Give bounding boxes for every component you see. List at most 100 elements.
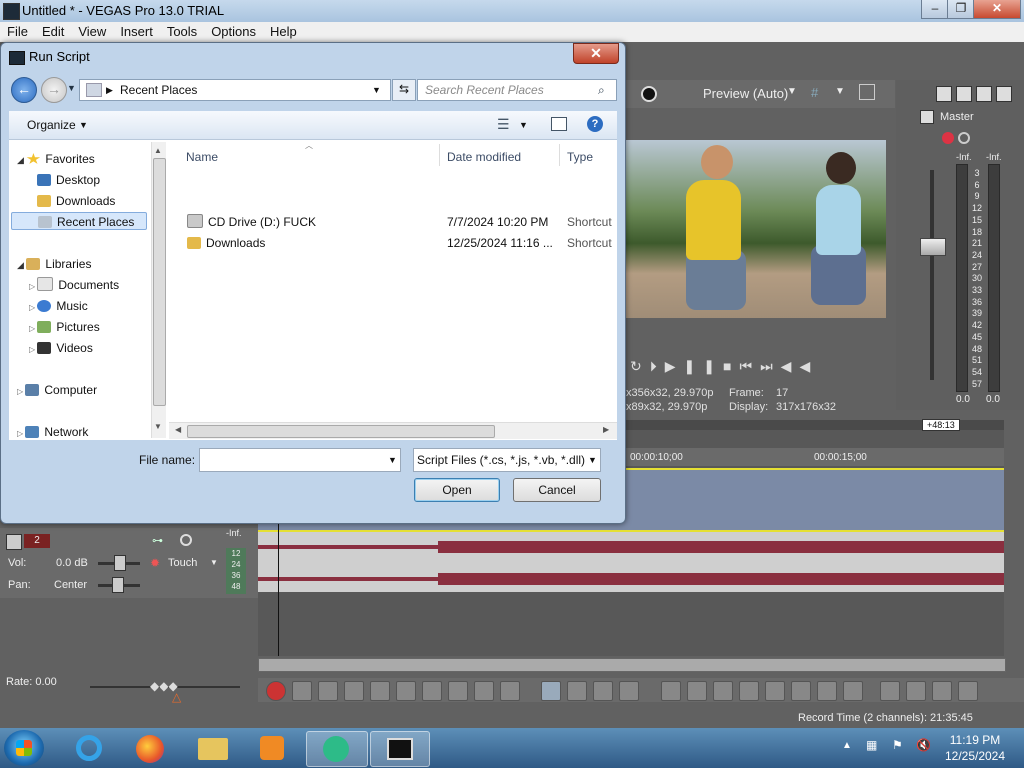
search-input[interactable]: Search Recent Places ⌕ (417, 79, 617, 101)
minimize-icon[interactable]: – (921, 0, 949, 19)
clock-date[interactable]: 12/25/2024 (940, 749, 1010, 763)
mute-icon[interactable] (958, 132, 970, 144)
next-icon[interactable]: ⏭ (760, 358, 781, 374)
chevron-down-icon[interactable]: ▼ (835, 86, 845, 97)
lock-envelopes-icon[interactable] (958, 681, 979, 701)
menu-tools[interactable]: Tools (160, 22, 204, 41)
prev-frame-icon[interactable] (474, 681, 494, 701)
address-bar[interactable]: ▶ Recent Places ▼ (79, 79, 391, 101)
normal-edit-tool-icon[interactable] (541, 681, 562, 701)
menu-options[interactable]: Options (204, 22, 263, 41)
envelope-tool-icon[interactable] (567, 681, 588, 701)
record-icon[interactable] (266, 681, 286, 701)
play-icon[interactable] (344, 681, 364, 701)
restore-icon[interactable]: ❐ (947, 0, 975, 19)
collapse-arrow-icon[interactable]: ▷ (17, 387, 25, 396)
refresh-icon[interactable]: ⇆ (392, 79, 416, 101)
loop-playback-icon[interactable] (292, 681, 312, 701)
chevron-down-icon[interactable]: ▼ (787, 86, 797, 97)
mixer-tool-icon[interactable] (996, 86, 1012, 102)
selection-tool-icon[interactable] (593, 681, 614, 701)
tray-expand-icon[interactable]: ▲ (842, 740, 852, 751)
internet-explorer-icon[interactable] (66, 731, 114, 765)
nav-computer[interactable]: ▷ Computer (17, 381, 97, 399)
nav-music[interactable]: ▷ Music (29, 297, 88, 315)
column-name[interactable]: Name (186, 150, 218, 164)
menu-insert[interactable]: Insert (113, 22, 160, 41)
volume-muted-icon[interactable]: 🔇 (916, 738, 931, 752)
cancel-button[interactable]: Cancel (513, 478, 601, 502)
trim-icon[interactable] (686, 681, 707, 701)
chevron-down-icon[interactable]: ▼ (79, 120, 88, 130)
menu-help[interactable]: Help (263, 22, 304, 41)
column-date-modified[interactable]: Date modified (447, 150, 521, 164)
audio-track[interactable] (258, 532, 1004, 592)
preview-quality-dropdown[interactable]: Preview (Auto) (703, 86, 788, 101)
nav-downloads[interactable]: Downloads (37, 192, 115, 210)
track-mute-icon[interactable] (180, 534, 192, 546)
timeline-hscroll[interactable] (258, 658, 1006, 672)
delete-icon[interactable] (660, 681, 681, 701)
chevron-down-icon[interactable]: ▼ (210, 558, 218, 567)
grid-icon[interactable]: # (811, 85, 818, 100)
expand-arrow-icon[interactable]: ◢ (17, 155, 26, 165)
taskbar-app-active[interactable] (306, 731, 368, 767)
scroll-down-icon[interactable]: ▼ (154, 422, 162, 431)
automation-mode[interactable]: Touch (168, 557, 197, 569)
nav-pictures[interactable]: ▷ Pictures (29, 318, 100, 336)
marker-icon[interactable] (816, 681, 837, 701)
split-icon[interactable] (764, 681, 785, 701)
go-to-end-icon[interactable] (448, 681, 468, 701)
chevron-down-icon[interactable]: ▼ (388, 455, 397, 465)
pan-slider-handle[interactable] (112, 577, 124, 593)
ripple-icon[interactable] (932, 681, 953, 701)
nav-desktop[interactable]: Desktop (37, 171, 100, 189)
chevron-down-icon[interactable]: ▼ (588, 455, 597, 465)
nav-network[interactable]: ▷ Network (17, 423, 88, 441)
mixer-tool-icon[interactable] (936, 86, 952, 102)
record-preview-icon[interactable] (641, 86, 657, 102)
collapse-arrow-icon[interactable]: ▷ (17, 429, 25, 438)
collapse-arrow-icon[interactable]: ▷ (29, 324, 37, 333)
trim-start-icon[interactable] (712, 681, 733, 701)
file-list-hscroll[interactable]: ◀ ▶ (169, 422, 617, 439)
preview-pane-icon[interactable] (551, 117, 567, 131)
column-divider[interactable] (439, 144, 440, 166)
mixer-tool-icon[interactable] (956, 86, 972, 102)
play-from-start-icon[interactable] (318, 681, 338, 701)
play-icon[interactable]: ▶ (665, 358, 684, 374)
app-close-icon[interactable]: ✕ (973, 0, 1021, 19)
clock-time[interactable]: 11:19 PM (940, 733, 1010, 747)
file-row-cd-drive[interactable]: CD Drive (D:) FUCK 7/7/2024 10:20 PM Sho… (187, 212, 612, 232)
play-from-start-icon[interactable]: ⏵ (650, 358, 665, 374)
mixer-tool-icon[interactable] (976, 86, 992, 102)
go-to-start-icon[interactable] (422, 681, 442, 701)
nav-videos[interactable]: ▷ Videos (29, 339, 93, 357)
file-type-filter[interactable]: Script Files (*.cs, *.js, *.vb, *.dll) ▼ (413, 448, 601, 472)
file-explorer-icon[interactable] (188, 731, 236, 765)
collapse-arrow-icon[interactable]: ▷ (29, 345, 37, 354)
organize-button[interactable]: Organize (27, 118, 76, 132)
menu-file[interactable]: File (0, 22, 35, 41)
pause-icon[interactable]: ❚❚ (684, 358, 723, 374)
expand-arrow-icon[interactable]: ◢ (17, 260, 26, 270)
column-divider[interactable] (559, 144, 560, 166)
vegas-taskbar-icon[interactable] (370, 731, 430, 767)
flag-tray-icon[interactable]: ⚑ (892, 738, 903, 752)
menu-view[interactable]: View (71, 22, 113, 41)
master-fader-handle[interactable] (920, 238, 946, 256)
stop-icon[interactable]: ■ (723, 358, 739, 374)
back-arrow-icon[interactable]: ← (11, 77, 37, 103)
track-fx-icon[interactable]: ⊶ (152, 534, 163, 547)
copy-snapshot-icon[interactable] (859, 84, 875, 100)
column-type[interactable]: Type (567, 150, 593, 164)
media-player-icon[interactable] (248, 731, 296, 765)
nav-scroll-thumb[interactable] (153, 158, 166, 406)
nav-documents[interactable]: ▷ Documents (29, 276, 119, 294)
file-row-downloads[interactable]: Downloads 12/25/2024 11:16 ... Shortcut (187, 233, 612, 253)
collapse-arrow-icon[interactable]: ▷ (29, 303, 37, 312)
vol-slider-handle[interactable] (114, 555, 126, 571)
scroll-right-icon[interactable]: ▶ (603, 425, 609, 434)
next-frame-icon[interactable] (500, 681, 520, 701)
auto-crossfade-icon[interactable] (906, 681, 927, 701)
